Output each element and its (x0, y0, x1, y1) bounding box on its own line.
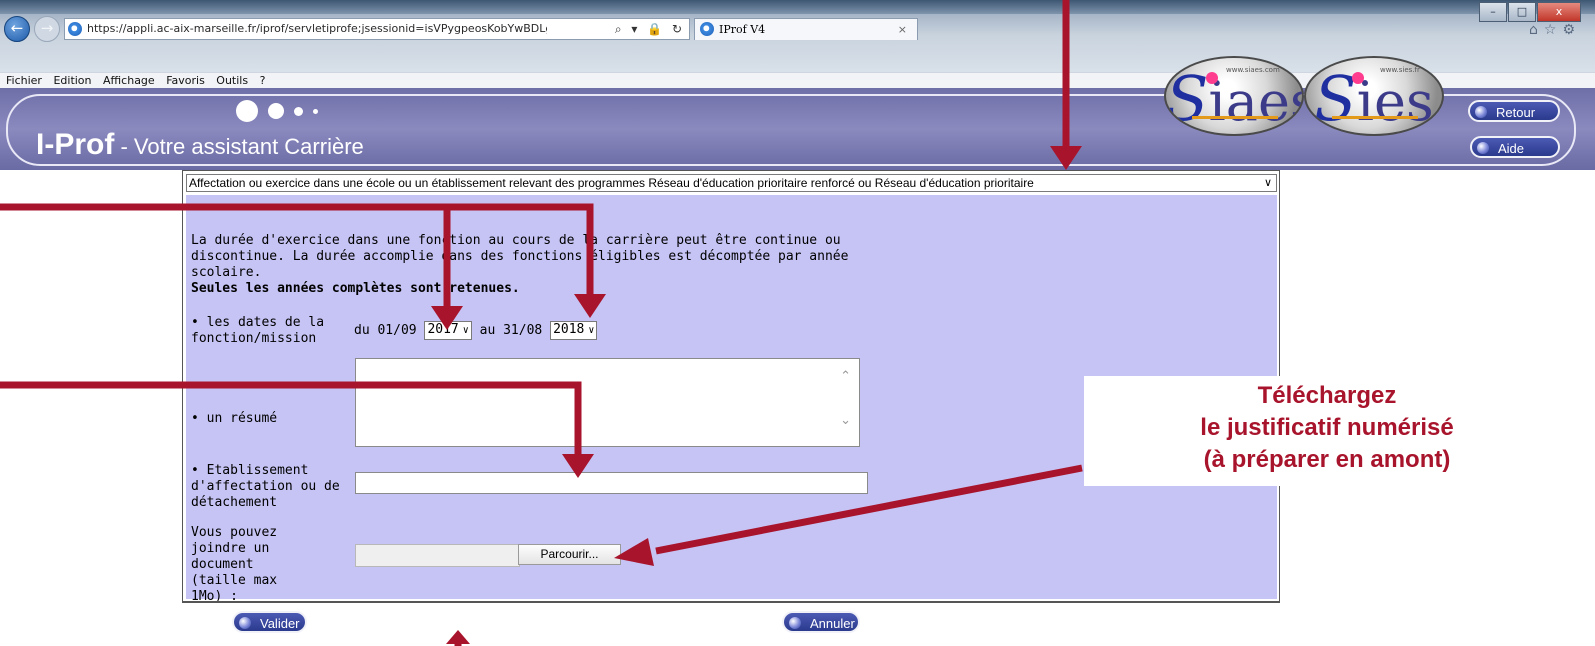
callout-line-3: (à préparer en amont) (1203, 446, 1451, 473)
arrow-lines (0, 0, 1083, 646)
annotation-arrows (0, 0, 1083, 646)
arrow-to-to-year (447, 203, 594, 298)
arrow-to-from-year (0, 203, 451, 310)
arrowhead (431, 306, 463, 330)
arrowhead (574, 294, 606, 318)
callout-line-1: Téléchargez (1257, 382, 1397, 409)
arrowhead (562, 454, 594, 478)
arrowhead (614, 538, 654, 566)
arrow-heads (431, 146, 1082, 644)
arrowhead (1050, 146, 1082, 170)
arrow-to-browse (655, 464, 1083, 555)
arrowhead (446, 630, 470, 644)
callout-line-2: le justificatif numérisé (1200, 414, 1454, 441)
annotation-callout: Téléchargez le justificatif numérisé (à … (1084, 376, 1570, 486)
arrow-to-etablissement (0, 381, 582, 458)
